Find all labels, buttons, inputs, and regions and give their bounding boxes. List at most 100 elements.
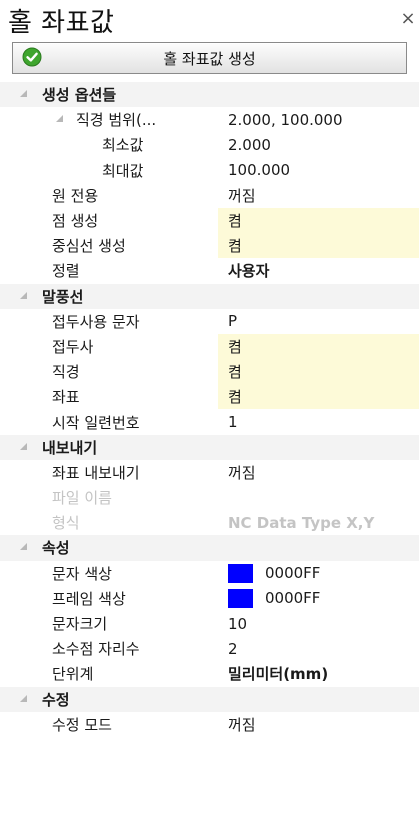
property-row[interactable]: 형식 NC Data Type X,Y bbox=[0, 510, 419, 535]
category-label: 내보내기 bbox=[42, 438, 98, 457]
property-row[interactable]: 프레임 색상 0000FF bbox=[0, 586, 419, 611]
property-label: 형식 bbox=[52, 514, 80, 533]
property-grid: 생성 옵션들 직경 범위(... 2.000, 100.000 최소값 2.000 최대값… bbox=[0, 82, 419, 737]
property-row[interactable]: 접두사 켬 bbox=[0, 333, 419, 360]
property-row[interactable]: 단위계 밀리미터(mm) bbox=[0, 661, 419, 686]
property-row[interactable]: 접두사용 문자 P bbox=[0, 309, 419, 334]
collapse-triangle-icon[interactable] bbox=[56, 115, 63, 123]
property-label: 소수점 자리수 bbox=[52, 640, 140, 659]
close-icon[interactable]: × bbox=[399, 8, 417, 29]
property-label: 파일 이름 bbox=[52, 489, 112, 508]
property-value[interactable]: 2.000, 100.000 bbox=[218, 107, 419, 132]
property-value[interactable]: 꺼짐 bbox=[218, 460, 419, 485]
property-row[interactable]: 원 전용 꺼짐 bbox=[0, 183, 419, 208]
property-value: NC Data Type X,Y bbox=[218, 510, 419, 535]
property-value[interactable]: 꺼짐 bbox=[218, 183, 419, 208]
generate-button-label: 홀 좌표값 생성 bbox=[163, 49, 256, 68]
property-row[interactable]: 문자 색상 0000FF bbox=[0, 561, 419, 586]
property-value-text: 0000FF bbox=[265, 589, 321, 608]
property-label: 점 생성 bbox=[52, 212, 99, 231]
property-value-text: P bbox=[228, 312, 238, 331]
property-value-text: 켬 bbox=[228, 212, 242, 231]
property-label: 좌표 내보내기 bbox=[52, 463, 140, 482]
property-value-text: 100.000 bbox=[228, 161, 291, 180]
property-row[interactable]: 점 생성 켬 bbox=[0, 207, 419, 234]
property-label: 접두사용 문자 bbox=[52, 312, 140, 331]
category-row[interactable]: 속성 bbox=[0, 535, 419, 561]
property-value[interactable]: 사용자 bbox=[218, 258, 419, 283]
property-value-text: 10 bbox=[228, 614, 248, 633]
property-row[interactable]: 소수점 자리수 2 bbox=[0, 636, 419, 661]
category-label: 생성 옵션들 bbox=[42, 86, 117, 105]
category-label: 속성 bbox=[42, 539, 70, 558]
property-row[interactable]: 최대값 100.000 bbox=[0, 158, 419, 183]
property-value-text: 2.000, 100.000 bbox=[228, 110, 343, 129]
category-row[interactable]: 수정 bbox=[0, 686, 419, 712]
property-row[interactable]: 좌표 내보내기 꺼짐 bbox=[0, 460, 419, 485]
property-row[interactable]: 좌표 켬 bbox=[0, 384, 419, 410]
property-row[interactable]: 정렬 사용자 bbox=[0, 258, 419, 283]
generate-hole-coordinates-button[interactable]: 홀 좌표값 생성 bbox=[12, 42, 407, 74]
property-label: 좌표 bbox=[52, 388, 80, 407]
property-label: 최대값 bbox=[102, 161, 144, 180]
property-row[interactable]: 파일 이름 bbox=[0, 485, 419, 510]
color-swatch bbox=[228, 588, 253, 608]
property-value-text: 켬 bbox=[228, 237, 242, 256]
collapse-triangle-icon[interactable] bbox=[20, 291, 27, 299]
property-value[interactable]: 2 bbox=[218, 636, 419, 661]
property-label: 원 전용 bbox=[52, 186, 99, 205]
hole-coordinates-panel: 홀 좌표값 × 홀 좌표값 생성 생성 옵션들직경 범위(... 2.000, 1… bbox=[0, 0, 419, 838]
property-label: 중심선 생성 bbox=[52, 237, 126, 256]
property-value[interactable]: 켬 bbox=[218, 233, 419, 259]
property-value-text: 1 bbox=[228, 413, 238, 432]
property-label: 직경 bbox=[52, 363, 80, 382]
collapse-triangle-icon[interactable] bbox=[20, 442, 27, 450]
property-value[interactable]: 꺼짐 bbox=[218, 712, 419, 737]
property-label: 단위계 bbox=[52, 665, 94, 684]
property-value-text: 사용자 bbox=[228, 262, 270, 281]
property-value[interactable]: 켬 bbox=[218, 384, 419, 410]
property-value bbox=[218, 485, 419, 510]
property-value-text: 꺼짐 bbox=[228, 463, 256, 482]
property-value-text: 켬 bbox=[228, 363, 242, 382]
property-value[interactable]: 0000FF bbox=[218, 586, 419, 611]
category-row[interactable]: 말풍선 bbox=[0, 283, 419, 309]
property-row[interactable]: 시작 일련번호 1 bbox=[0, 409, 419, 434]
property-value[interactable]: 켬 bbox=[218, 333, 419, 360]
property-value[interactable]: P bbox=[218, 309, 419, 334]
panel-title-bar: 홀 좌표값 × bbox=[0, 0, 419, 40]
color-swatch bbox=[228, 563, 253, 583]
property-label: 정렬 bbox=[52, 262, 80, 281]
property-row[interactable]: 직경 켬 bbox=[0, 359, 419, 385]
property-value-text: 꺼짐 bbox=[228, 715, 256, 734]
property-label: 수정 모드 bbox=[52, 715, 112, 734]
collapse-triangle-icon[interactable] bbox=[20, 543, 27, 551]
property-row[interactable]: 문자크기 10 bbox=[0, 611, 419, 636]
property-row[interactable]: 중심선 생성 켬 bbox=[0, 233, 419, 259]
category-row[interactable]: 생성 옵션들 bbox=[0, 82, 419, 108]
category-label: 수정 bbox=[42, 690, 70, 709]
collapse-triangle-icon[interactable] bbox=[20, 90, 27, 97]
property-value[interactable]: 켬 bbox=[218, 359, 419, 385]
collapse-triangle-icon[interactable] bbox=[20, 694, 27, 702]
property-value[interactable]: 10 bbox=[218, 611, 419, 636]
property-value[interactable]: 2.000 bbox=[218, 132, 419, 157]
category-label: 말풍선 bbox=[42, 287, 84, 306]
property-label: 최소값 bbox=[102, 136, 144, 155]
property-row[interactable]: 직경 범위(... 2.000, 100.000 bbox=[0, 107, 419, 132]
property-value-text: 켬 bbox=[228, 337, 242, 356]
property-value-text: 0000FF bbox=[265, 564, 321, 583]
property-value[interactable]: 100.000 bbox=[218, 158, 419, 183]
property-value[interactable]: 1 bbox=[218, 409, 419, 434]
property-value[interactable]: 0000FF bbox=[218, 561, 419, 586]
property-label: 접두사 bbox=[52, 337, 94, 356]
property-value-text: 켬 bbox=[228, 388, 242, 407]
property-label: 프레임 색상 bbox=[52, 589, 126, 608]
property-row[interactable]: 수정 모드 꺼짐 bbox=[0, 712, 419, 737]
property-value[interactable]: 켬 bbox=[218, 207, 419, 234]
property-value[interactable]: 밀리미터(mm) bbox=[218, 661, 419, 686]
property-label: 직경 범위(... bbox=[76, 111, 157, 130]
category-row[interactable]: 내보내기 bbox=[0, 434, 419, 460]
property-row[interactable]: 최소값 2.000 bbox=[0, 132, 419, 157]
check-circle-icon bbox=[22, 47, 42, 67]
